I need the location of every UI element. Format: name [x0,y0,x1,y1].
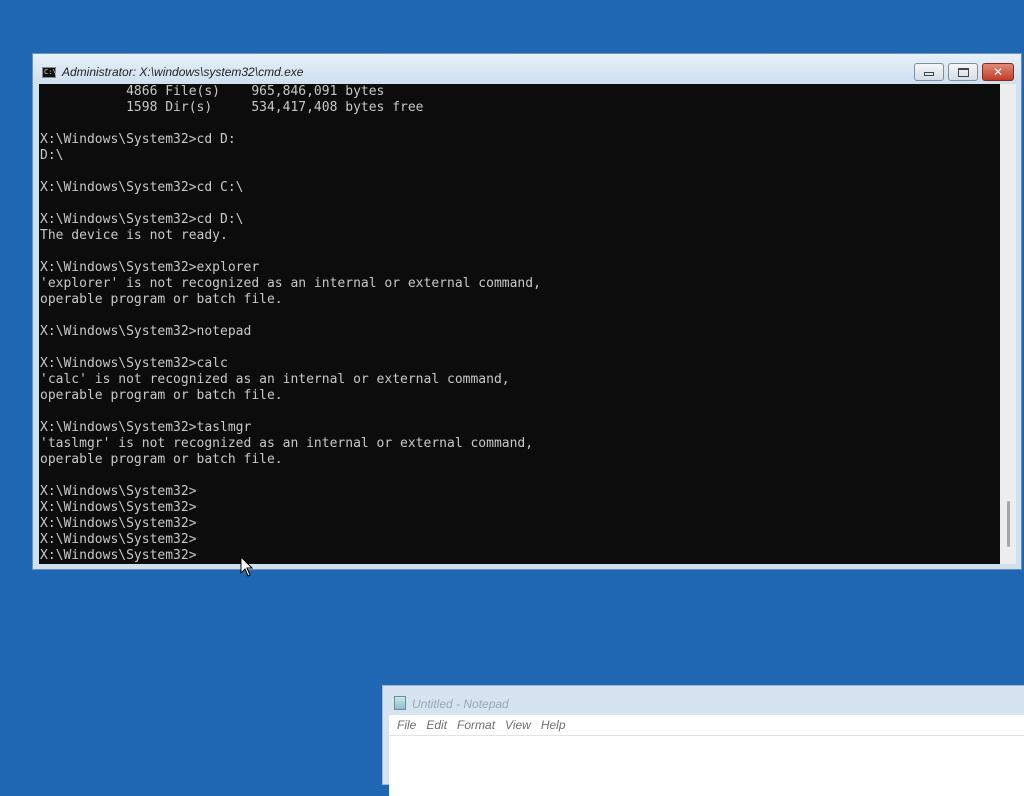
console-line: operable program or batch file. [40,292,283,307]
notepad-text-area[interactable] [389,735,1024,796]
console-lines: 4866 File(s) 965,846,091 bytes 1598 Dir(… [39,84,1000,564]
close-icon: ✕ [992,65,1004,79]
console-line: operable program or batch file. [40,452,283,467]
console-line: X:\Windows\System32> [40,532,197,547]
console-line: X:\Windows\System32> [40,484,197,499]
minimize-button[interactable] [914,63,944,81]
console-line: 'calc' is not recognized as an internal … [40,372,510,387]
cmd-window-title: Administrator: X:\windows\system32\cmd.e… [62,65,304,79]
scrollbar-thumb[interactable] [1007,501,1010,547]
mouse-pointer-icon [240,556,254,577]
console-line: D:\ [40,148,64,163]
cmd-titlebar[interactable]: C:\ Administrator: X:\windows\system32\c… [33,54,1021,84]
maximize-icon [957,67,969,77]
menu-view[interactable]: View [505,718,531,732]
console-line: 1598 Dir(s) 534,417,408 bytes free [40,100,424,115]
notepad-menubar: File Edit Format View Help [389,715,1024,735]
console-line: X:\Windows\System32> [40,548,197,563]
menu-format[interactable]: Format [457,718,495,732]
vertical-scrollbar[interactable] [1000,84,1016,564]
notepad-title: Untitled - Notepad [412,697,509,711]
notepad-window[interactable]: Untitled - Notepad File Edit Format View… [382,685,1024,796]
notepad-icon [394,696,406,710]
console-line: X:\Windows\System32>cd D:\ [40,212,244,227]
console-line: X:\Windows\System32>explorer [40,260,260,275]
console-line: The device is not ready. [40,228,228,243]
console-line: X:\Windows\System32> [40,516,197,531]
console-line: X:\Windows\System32>taslmgr [40,420,252,435]
console-output[interactable]: 4866 File(s) 965,846,091 bytes 1598 Dir(… [39,84,1000,564]
console-line: X:\Windows\System32>calc [40,356,228,371]
menu-edit[interactable]: Edit [426,718,447,732]
menu-file[interactable]: File [397,718,416,732]
minimize-icon [924,72,934,76]
close-button[interactable]: ✕ [982,63,1014,81]
maximize-button[interactable] [948,63,978,81]
notepad-titlebar[interactable]: Untitled - Notepad [383,686,1024,715]
console-line: X:\Windows\System32>notepad [40,324,252,339]
console-line: 4866 File(s) 965,846,091 bytes [40,84,385,99]
cmd-window[interactable]: C:\ Administrator: X:\windows\system32\c… [32,53,1022,570]
console-line: 'explorer' is not recognized as an inter… [40,276,541,291]
console-line: X:\Windows\System32> [40,500,197,515]
console-line: 'taslmgr' is not recognized as an intern… [40,436,534,451]
console-line: operable program or batch file. [40,388,283,403]
menu-help[interactable]: Help [541,718,566,732]
console-line: X:\Windows\System32>cd D: [40,132,236,147]
cmd-icon: C:\ [42,67,57,78]
console-line: X:\Windows\System32>cd C:\ [40,180,244,195]
